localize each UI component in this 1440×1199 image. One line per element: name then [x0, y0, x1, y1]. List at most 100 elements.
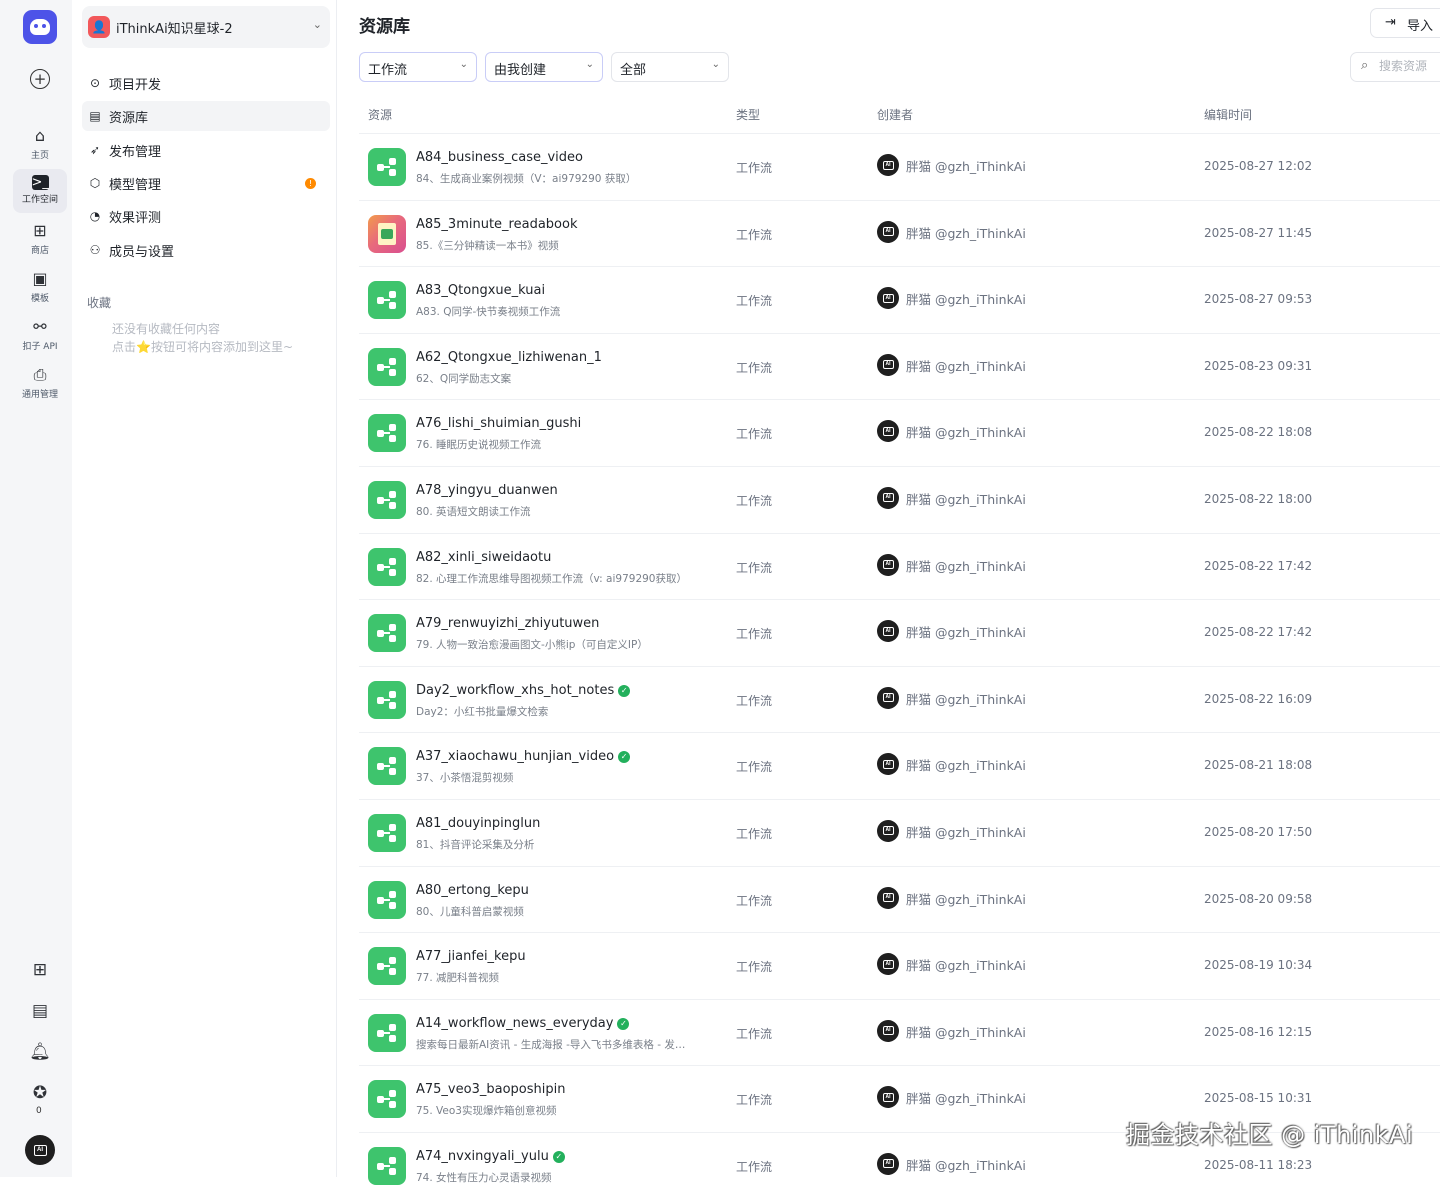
space-selector[interactable]: 👤 iThinkAi知识星球-2 ⌄: [82, 6, 330, 48]
table-row[interactable]: A76_lishi_shuimian_gushi 76. 睡眠历史说视频工作流 工作…: [359, 399, 1440, 466]
table-row[interactable]: A84_business_case_video 84、生成商业案例视频（V：ai9…: [359, 133, 1440, 200]
bell-icon[interactable]: 🔔︎: [28, 1040, 52, 1064]
creator-name: 胖猫 @gzh_iThinkAi: [906, 1157, 1026, 1173]
filter-status-dropdown[interactable]: 全部 ⌄: [611, 52, 729, 82]
docs-icon[interactable]: ▤: [28, 999, 52, 1023]
verified-check-icon: ✓: [552, 1150, 565, 1163]
creator-name: 胖猫 @gzh_iThinkAi: [906, 425, 1026, 441]
resource-description: 85.《三分钟精读一本书》视频: [416, 239, 559, 252]
table-row[interactable]: A14_workflow_news_everyday ✓ 搜索每日最新AI资讯 - …: [359, 998, 1440, 1066]
edit-time: 2025-08-27 12:02: [1204, 159, 1313, 173]
table-row[interactable]: A62_Qtongxue_lizhiwenan_1 62、Q同学励志文案 工作流 AI…: [359, 332, 1440, 400]
workspace-sidebar: 👤 iThinkAi知识星球-2 ⌄ ⊙ 项目开发 ▤ 资源库 ➶ 发布管理 ⬡…: [72, 0, 337, 1177]
column-header-edit-time[interactable]: 编辑时间: [1204, 106, 1252, 123]
verified-check-icon: ✓: [618, 751, 631, 764]
resource-description: 76. 睡眠历史说视频工作流: [416, 439, 542, 452]
table-row[interactable]: Day2_workflow_xhs_hot_notes ✓ Day2：小红书批量爆文…: [359, 665, 1440, 733]
creator-avatar: AI: [877, 953, 899, 976]
edit-time: 2025-08-20 09:58: [1204, 891, 1313, 906]
column-header-type[interactable]: 类型: [736, 106, 760, 123]
table-row[interactable]: A82_xinli_siweidaotu 82. 心理工作流思维导图视频工作流（v…: [359, 532, 1440, 600]
import-button[interactable]: ⇥ 导入: [1370, 8, 1440, 38]
table-row[interactable]: A79_renwuyizhi_zhiyutuwen 79. 人物一致治愈漫画图文-…: [359, 599, 1440, 666]
table-row[interactable]: A81_douyinpinglun 81、抖音评论采集及分析 工作流 AI 胖猫 @gz…: [359, 798, 1440, 866]
nav-library[interactable]: ▤ 资源库: [82, 101, 330, 131]
resource-description: Day2：小红书批量爆文检索: [416, 705, 549, 718]
resource-name[interactable]: Day2_workflow_xhs_hot_notes ✓: [416, 683, 631, 698]
resource-type: 工作流: [736, 227, 773, 242]
creator-name: 胖猫 @gzh_iThinkAi: [906, 625, 1026, 641]
resource-name[interactable]: A79_renwuyizhi_zhiyutuwen: [416, 616, 599, 631]
user-avatar[interactable]: AI: [25, 1135, 55, 1165]
resource-type: 工作流: [736, 693, 773, 708]
resource-icon: [368, 414, 406, 453]
workflow-icon: [377, 690, 397, 709]
creator-name: 胖猫 @gzh_iThinkAi: [906, 958, 1026, 974]
column-header-creator[interactable]: 创建者: [877, 106, 913, 123]
resource-name[interactable]: A80_ertong_kepu: [416, 883, 529, 898]
table-row[interactable]: A80_ertong_kepu 80、儿童科普启蒙视频 工作流 AI 胖猫 @gzh_i…: [359, 865, 1440, 933]
resource-name[interactable]: A75_veo3_baoposhipin: [416, 1082, 565, 1097]
edit-time: 2025-08-22 18:00: [1204, 491, 1313, 506]
resource-name[interactable]: A77_jianfei_kepu: [416, 949, 526, 964]
resource-name[interactable]: A82_xinli_siweidaotu: [416, 550, 551, 565]
search-icon: ⌕: [1361, 58, 1369, 73]
workflow-icon: [377, 624, 397, 643]
filter-owner-dropdown[interactable]: 由我创建 ⌄: [485, 52, 603, 82]
resource-icon: [368, 1013, 406, 1052]
rail-item-home[interactable]: ⌂ 主页: [13, 122, 67, 166]
resource-description: 84、生成商业案例视频（V：ai979290 获取）: [416, 173, 637, 185]
rail-item-store[interactable]: ⊞ 商店: [13, 217, 67, 261]
resource-name[interactable]: A83_Qtongxue_kuai: [416, 283, 545, 298]
resource-name[interactable]: A74_nvxingyali_yulu ✓: [416, 1149, 565, 1164]
filter-type-dropdown[interactable]: 工作流 ⌄: [359, 52, 477, 82]
creator-avatar: AI: [877, 819, 899, 842]
resource-icon: [368, 281, 406, 320]
workflow-icon: [377, 557, 397, 576]
app-rail: + ⌂ 主页 >_ 工作空间 ⊞ 商店 ▣ 模板 ⚯ 扣子 API ⎙ 通用管理…: [0, 0, 80, 1177]
rail-item-admin[interactable]: ⎙ 通用管理: [13, 361, 67, 405]
rocket-icon: ➶: [89, 143, 101, 157]
resource-name[interactable]: A78_yingyu_duanwen: [416, 483, 558, 498]
resource-type: 工作流: [736, 493, 773, 508]
workflow-icon: [377, 490, 397, 509]
rail-item-templates[interactable]: ▣ 模板: [13, 265, 67, 309]
edit-time: 2025-08-11 18:23: [1204, 1157, 1313, 1172]
store-icon: ⊞: [33, 221, 47, 240]
chevron-down-icon: ⌄: [585, 59, 594, 70]
members-icon: ⚇: [89, 243, 101, 257]
nav-members[interactable]: ⚇ 成员与设置: [82, 235, 330, 265]
book-cover-icon: [378, 222, 396, 245]
edit-time: 2025-08-16 12:15: [1204, 1024, 1313, 1039]
search-input[interactable]: [1379, 59, 1440, 73]
search-box[interactable]: ⌕: [1350, 52, 1440, 82]
resource-name[interactable]: A84_business_case_video: [416, 150, 583, 165]
table-row[interactable]: A85_3minute_readabook 85.《三分钟精读一本书》视频 工作流 A…: [359, 199, 1440, 267]
app-logo[interactable]: [23, 10, 57, 44]
rail-item-api[interactable]: ⚯ 扣子 API: [13, 313, 67, 357]
table-row[interactable]: A37_xiaochawu_hunjian_video ✓ 37、小茶悟混剪视频 工作…: [359, 732, 1440, 799]
table-row[interactable]: A77_jianfei_kepu 77. 减肥科普视频 工作流 AI 胖猫 @gzh_i…: [359, 932, 1440, 999]
resource-name[interactable]: A62_Qtongxue_lizhiwenan_1: [416, 350, 602, 365]
space-avatar-icon: 👤: [88, 16, 110, 38]
nav-models[interactable]: ⬡ 模型管理 !: [82, 168, 330, 198]
resource-icon: [368, 947, 406, 986]
table-row[interactable]: A78_yingyu_duanwen 80. 英语短文朗读工作流 工作流 AI 胖猫 @…: [359, 465, 1440, 533]
nav-publish[interactable]: ➶ 发布管理: [82, 135, 330, 165]
column-header-resource[interactable]: 资源: [368, 106, 392, 123]
apps-grid-icon[interactable]: ⊞: [28, 958, 52, 982]
resource-name[interactable]: A14_workflow_news_everyday ✓: [416, 1016, 630, 1031]
resource-name[interactable]: A85_3minute_readabook: [416, 217, 577, 232]
create-plus-icon[interactable]: +: [30, 69, 50, 89]
table-row[interactable]: A83_Qtongxue_kuai A83. Q同学-快节奏视频工作流 工作流 AI 胖…: [359, 266, 1440, 333]
nav-project-dev[interactable]: ⊙ 项目开发: [82, 68, 330, 98]
resource-type: 工作流: [736, 560, 773, 575]
nav-evaluation[interactable]: ◔ 效果评测: [82, 201, 330, 231]
resource-name[interactable]: A76_lishi_shuimian_gushi: [416, 416, 581, 431]
resource-name[interactable]: A37_xiaochawu_hunjian_video ✓: [416, 749, 631, 764]
rail-item-workspace[interactable]: >_ 工作空间: [13, 169, 67, 213]
creator-avatar: AI: [877, 553, 899, 576]
resource-icon: [368, 347, 406, 386]
star-badge-icon[interactable]: ✪: [28, 1081, 52, 1105]
resource-name[interactable]: A81_douyinpinglun: [416, 816, 540, 831]
